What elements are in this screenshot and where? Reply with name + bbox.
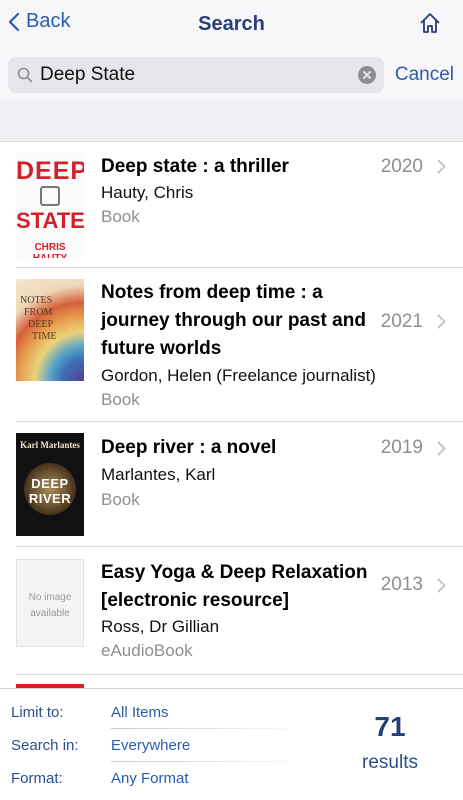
limit-filter[interactable]: Limit to: All Items [11,696,311,729]
chevron-right-icon [437,441,446,456]
result-format: Book [101,390,140,409]
format-filter[interactable]: Format: Any Format [11,762,311,795]
limit-label: Limit to: [11,704,64,721]
home-icon [420,13,440,33]
book-cover: Karl Marlantes DEEP RIVER [16,433,84,536]
section-spacer [0,100,463,142]
limit-value[interactable]: All Items [111,704,169,721]
result-title: Notes from deep time : a journey through… [101,282,366,359]
home-button[interactable] [419,12,441,39]
result-year: 2013 [380,574,423,595]
search-bar: Deep State Cancel [0,50,463,100]
cover-title: DEEP RIVER [28,476,72,506]
search-in-label: Search in: [11,737,79,754]
chevron-right-icon [437,314,446,329]
cover-text: DEEP [16,157,84,185]
result-item[interactable] [0,675,463,688]
format-label: Format: [11,770,63,787]
result-title: Deep river : a novel [101,437,277,458]
book-cover: No image available [16,559,84,647]
result-author: Ross, Dr Gillian [101,617,220,636]
filter-footer: Limit to: All Items Search in: Everywher… [0,688,463,800]
clear-icon[interactable] [358,66,376,84]
format-value[interactable]: Any Format [111,770,189,787]
search-in-filter[interactable]: Search in: Everywhere [11,729,311,762]
result-item[interactable]: DEEP STATE CHRIS HAUTY Deep state : a th… [0,143,463,268]
result-format: Book [101,207,140,226]
result-year: 2019 [380,437,423,458]
result-item[interactable]: No image available Easy Yoga & Deep Rela… [0,547,463,675]
search-icon [17,67,33,83]
nav-bar: Back Search [0,0,463,50]
search-in-value[interactable]: Everywhere [111,737,190,754]
result-count: 71 [374,711,406,742]
page-title: Search [198,13,265,35]
result-item[interactable]: NOTES FROM DEEP TIME Notes from deep tim… [0,268,463,422]
cancel-button[interactable]: Cancel [395,64,454,86]
result-author: Gordon, Helen (Freelance journalist) [101,366,376,385]
result-year: 2021 [380,311,423,332]
book-cover: DEEP STATE CHRIS HAUTY [16,152,84,258]
cover-author: Karl Marlantes [20,440,80,450]
result-author: Hauty, Chris [101,183,194,202]
cover-author: CHRIS HAUTY [33,242,67,258]
no-image-text: No image available [28,592,72,619]
result-title: Easy Yoga & Deep Relaxation [electronic … [101,562,368,611]
result-title: Deep state : a thriller [101,156,289,177]
book-cover: NOTES FROM DEEP TIME [16,279,84,381]
result-year: 2020 [380,156,423,177]
result-item[interactable]: Karl Marlantes DEEP RIVER Deep river : a… [0,422,463,547]
chevron-right-icon [437,578,446,593]
search-input[interactable]: Deep State [8,57,384,93]
cover-text: STATE [16,208,84,233]
search-query: Deep State [40,64,136,85]
chevron-right-icon [437,159,446,174]
cover-art [40,186,60,206]
cover-title: NOTES FROM DEEP TIME [20,295,57,342]
result-format: eAudioBook [101,641,193,660]
result-author: Marlantes, Karl [101,465,216,484]
result-count-label: results [362,752,418,773]
result-format: Book [101,490,140,509]
